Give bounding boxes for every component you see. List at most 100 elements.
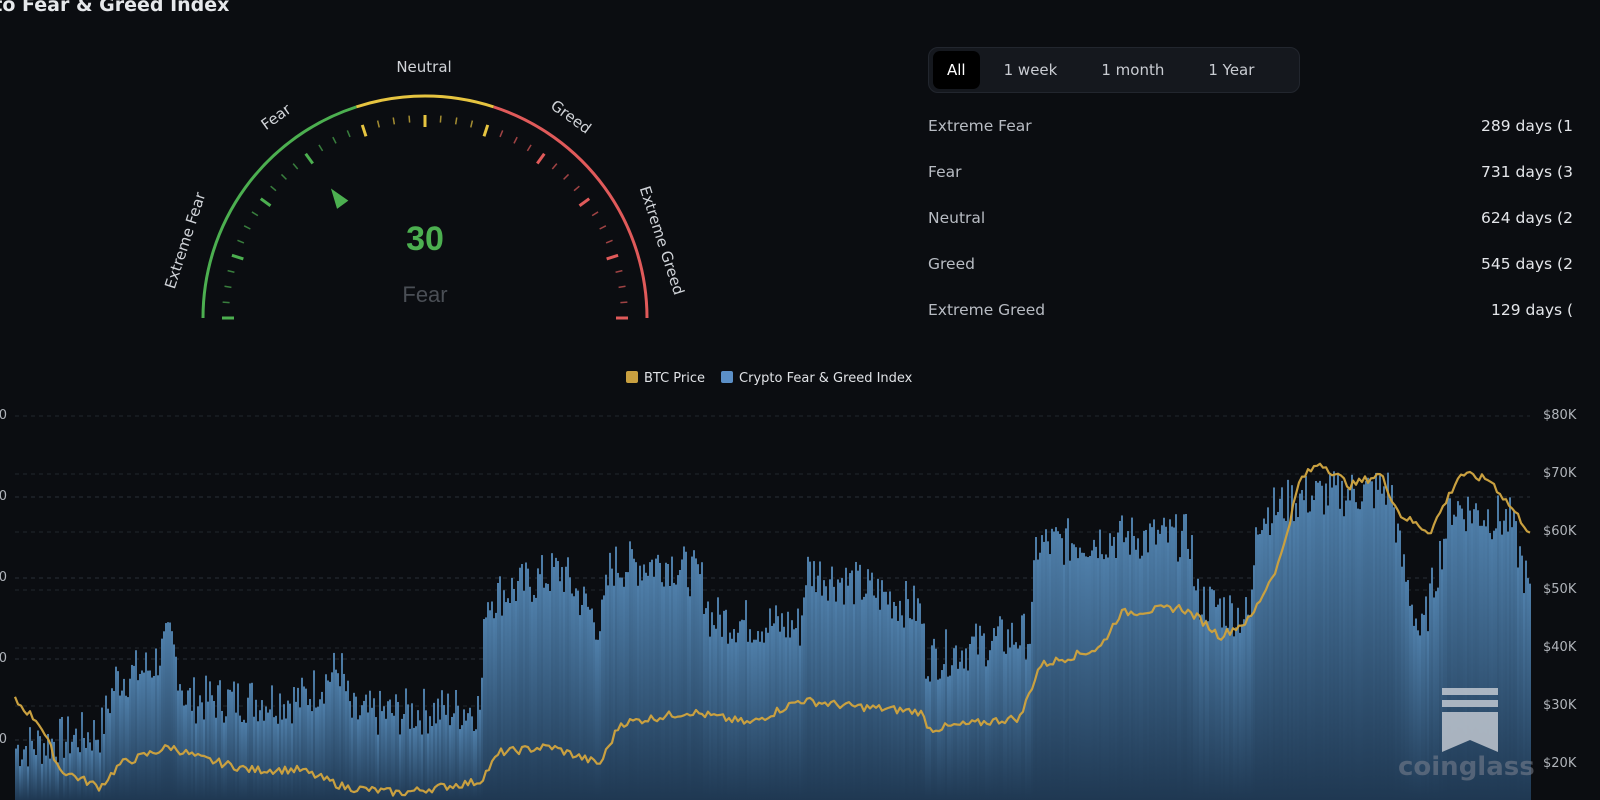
index-bar xyxy=(623,586,625,800)
index-bar xyxy=(641,580,643,800)
index-bar xyxy=(703,613,705,800)
index-bar xyxy=(227,689,229,800)
index-bar xyxy=(1233,636,1235,800)
index-bar xyxy=(983,633,985,800)
gauge-tick xyxy=(292,163,299,170)
index-bar xyxy=(297,687,299,800)
index-bar xyxy=(719,614,721,800)
index-bar xyxy=(1137,538,1139,800)
index-bar xyxy=(1355,502,1357,800)
index-bar xyxy=(771,625,773,800)
index-bar xyxy=(555,557,557,800)
index-bar xyxy=(891,618,893,800)
gauge-tick xyxy=(599,225,607,230)
index-bar xyxy=(37,730,39,800)
index-bar xyxy=(785,637,787,800)
index-bar xyxy=(1387,472,1389,800)
legend-item-fear-greed[interactable]: Crypto Fear & Greed Index xyxy=(721,371,912,386)
gauge-tick xyxy=(251,211,259,217)
index-bar xyxy=(1133,535,1135,800)
right-axis-tick: $20K xyxy=(1543,756,1577,771)
index-bar xyxy=(115,666,117,800)
index-bar xyxy=(1099,529,1101,800)
index-bar xyxy=(403,714,405,800)
index-bar xyxy=(1303,500,1305,800)
index-bar xyxy=(127,697,129,800)
gauge-tick xyxy=(392,117,396,125)
index-bar xyxy=(1001,619,1003,800)
index-bar xyxy=(531,601,533,800)
right-axis-tick: $40K xyxy=(1543,640,1577,655)
index-bar xyxy=(171,631,173,800)
index-bar xyxy=(551,553,553,800)
index-bar xyxy=(985,666,987,800)
index-bar xyxy=(967,670,969,800)
index-bar xyxy=(131,664,133,800)
index-bar xyxy=(241,721,243,800)
index-bar xyxy=(337,673,339,800)
index-bar xyxy=(607,585,609,800)
index-bar xyxy=(309,698,311,800)
index-bar xyxy=(109,713,111,800)
index-bar xyxy=(317,706,319,800)
stat-row-extreme-greed: Extreme Greed 129 days ( xyxy=(928,301,1573,319)
gauge-tick xyxy=(606,253,619,261)
index-bar xyxy=(667,564,669,800)
index-bar xyxy=(1393,507,1395,800)
legend-item-btc-price[interactable]: BTC Price xyxy=(626,371,705,386)
index-bar xyxy=(589,609,591,800)
index-bar xyxy=(829,579,831,800)
tab-all[interactable]: All xyxy=(933,51,980,89)
index-bar xyxy=(1261,530,1263,800)
index-bar xyxy=(1275,515,1277,800)
index-bar xyxy=(1197,578,1199,800)
index-bar xyxy=(193,677,195,800)
index-bar xyxy=(1053,531,1055,800)
index-bar xyxy=(87,732,89,800)
index-bar xyxy=(1075,547,1077,800)
index-bar xyxy=(491,601,493,800)
index-bar xyxy=(39,736,41,800)
gauge-tick xyxy=(470,120,474,128)
tab-1-month[interactable]: 1 month xyxy=(1081,51,1184,89)
index-bar xyxy=(303,686,305,800)
index-bar xyxy=(1333,471,1335,800)
index-bar xyxy=(515,601,517,800)
index-bar xyxy=(1003,651,1005,800)
gauge-tick xyxy=(222,301,230,304)
tab-1-week[interactable]: 1 week xyxy=(984,51,1078,89)
index-bar xyxy=(843,604,845,800)
index-bar xyxy=(75,728,77,800)
index-bar xyxy=(869,580,871,800)
index-bar xyxy=(211,695,213,800)
index-bar xyxy=(1373,508,1375,800)
index-bar xyxy=(461,725,463,800)
index-bar xyxy=(345,691,347,800)
tab-1-year[interactable]: 1 Year xyxy=(1188,51,1274,89)
index-bar xyxy=(675,584,677,800)
index-bar xyxy=(113,691,115,800)
index-bar xyxy=(273,717,275,800)
index-bar xyxy=(803,597,805,800)
index-bar xyxy=(717,597,719,800)
index-bar xyxy=(1069,560,1071,800)
index-bar xyxy=(1159,533,1161,800)
index-bar xyxy=(1195,590,1197,800)
index-bar xyxy=(1315,480,1317,800)
gauge-tick xyxy=(439,115,442,123)
index-bar xyxy=(243,719,245,800)
index-bar xyxy=(791,620,793,800)
gauge-zone-greed: Greed xyxy=(547,96,594,137)
index-bar xyxy=(1311,495,1313,800)
index-bar xyxy=(71,741,73,800)
index-bar xyxy=(21,759,23,800)
index-bar xyxy=(697,564,699,800)
index-bar xyxy=(1007,629,1009,800)
index-bar xyxy=(473,730,475,800)
index-bar xyxy=(401,718,403,800)
index-bar xyxy=(1247,614,1249,800)
index-bar xyxy=(1237,607,1239,800)
index-bar xyxy=(659,562,661,800)
index-bar xyxy=(15,748,17,800)
index-bar xyxy=(237,683,239,800)
